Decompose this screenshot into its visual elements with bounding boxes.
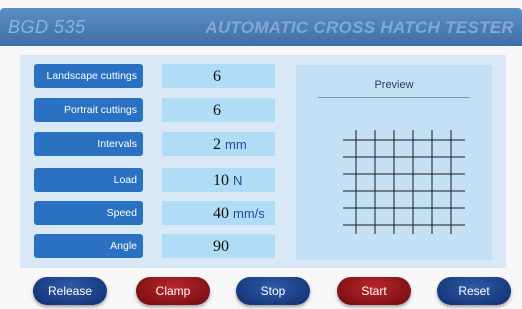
- portrait-cuttings-field[interactable]: 6: [162, 98, 275, 122]
- param-row-landscape-cuttings: Landscape cuttings 6: [34, 64, 296, 88]
- param-label: Load: [34, 168, 143, 192]
- param-row-portrait-cuttings: Portrait cuttings 6: [34, 98, 296, 122]
- model-name: BGD 535: [8, 17, 86, 37]
- param-unit: mm/s: [233, 206, 265, 221]
- param-row-intervals: Intervals 2 mm: [34, 132, 296, 156]
- param-unit: N: [233, 173, 243, 188]
- landscape-cuttings-field[interactable]: 6: [162, 64, 275, 88]
- stop-button[interactable]: Stop: [236, 277, 310, 305]
- start-button[interactable]: Start: [337, 277, 411, 305]
- param-label: Intervals: [34, 132, 143, 156]
- param-label: Portrait cuttings: [34, 98, 143, 122]
- param-unit: mm: [225, 137, 247, 152]
- param-value-text: 6: [213, 68, 221, 85]
- cross-hatch-grid: [343, 130, 465, 234]
- release-button[interactable]: Release: [33, 277, 107, 305]
- param-label: Angle: [34, 234, 143, 258]
- preview-title: Preview: [374, 79, 414, 91]
- param-value-text: 10: [213, 172, 229, 189]
- clamp-button[interactable]: Clamp: [136, 277, 210, 305]
- param-value-text: 2: [213, 136, 221, 153]
- param-row-load: Load 10 N: [34, 168, 296, 192]
- settings-panel: Landscape cuttings 6 Portrait cuttings 6…: [20, 55, 506, 268]
- param-row-speed: Speed 40 mm/s: [34, 201, 296, 225]
- param-value-text: 40: [213, 205, 229, 222]
- header-bar: BGD 535 AUTOMATIC CROSS HATCH TESTER: [0, 8, 522, 46]
- param-label: Speed: [34, 201, 143, 225]
- param-value-text: 90: [213, 238, 229, 255]
- preview-divider: [318, 97, 470, 98]
- param-row-angle: Angle 90: [34, 234, 296, 258]
- intervals-field[interactable]: 2 mm: [162, 132, 275, 156]
- param-value-text: 6: [213, 102, 221, 119]
- speed-field[interactable]: 40 mm/s: [162, 201, 275, 225]
- app-title: AUTOMATIC CROSS HATCH TESTER: [205, 18, 514, 37]
- reset-button[interactable]: Reset: [437, 277, 511, 305]
- preview-panel: Preview: [296, 65, 492, 260]
- load-field[interactable]: 10 N: [162, 168, 275, 192]
- angle-field[interactable]: 90: [162, 234, 275, 258]
- param-label: Landscape cuttings: [34, 64, 143, 88]
- cross-hatch-tester-screen: BGD 535 AUTOMATIC CROSS HATCH TESTER Lan…: [0, 0, 522, 309]
